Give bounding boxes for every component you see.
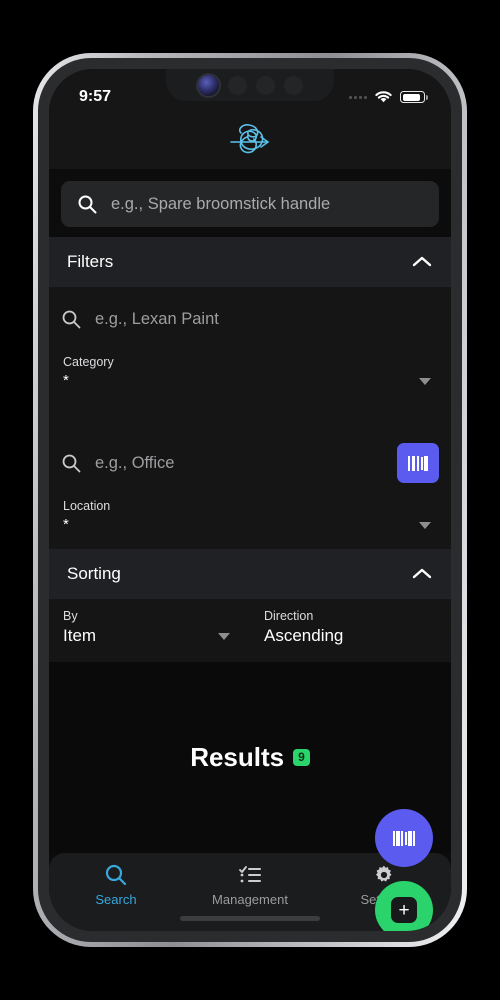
phone-screen: 9:57 e.g., Spare broomstick handle Filte… (49, 69, 451, 931)
filters-section-header[interactable]: Filters (49, 237, 451, 287)
location-label: Location (63, 499, 111, 513)
add-item-fab[interactable]: + (375, 881, 433, 931)
battery-icon (400, 91, 428, 103)
nav-item-search[interactable]: Search (49, 863, 183, 907)
notch (166, 69, 334, 101)
sort-direction-value: Ascending (264, 626, 344, 645)
category-value: * (63, 372, 69, 389)
caret-down-icon[interactable] (419, 521, 431, 529)
category-dropdown[interactable]: Category * (49, 351, 451, 405)
filters-title: Filters (67, 252, 114, 271)
sort-by-dropdown[interactable]: By Item (49, 609, 250, 646)
filters-spacer (49, 405, 451, 431)
filters-panel: e.g., Lexan Paint Category * e.g., Offic… (49, 287, 451, 549)
results-label: Results (190, 742, 285, 772)
category-search-row: e.g., Lexan Paint (49, 287, 451, 351)
search-icon (105, 864, 127, 886)
category-search-placeholder: e.g., Lexan Paint (95, 309, 219, 328)
search-input[interactable]: e.g., Spare broomstick handle (61, 181, 439, 227)
scan-barcode-fab[interactable] (375, 809, 433, 867)
status-bar-clock: 9:57 (79, 88, 112, 105)
phone-bezel: 9:57 e.g., Spare broomstick handle Filte… (38, 58, 462, 942)
sensor-icon (227, 75, 247, 95)
nav-item-management[interactable]: Management (183, 863, 317, 907)
app-root: 9:57 e.g., Spare broomstick handle Filte… (49, 69, 451, 931)
sensor-icon (255, 75, 275, 95)
checklist-icon (239, 866, 261, 883)
sorting-panel: By Item Direction Ascending (49, 599, 451, 662)
search-icon (62, 310, 81, 329)
home-indicator[interactable] (180, 916, 320, 921)
caret-down-icon[interactable] (218, 632, 230, 640)
sort-direction-field[interactable]: Direction Ascending (250, 609, 451, 646)
results-area: Results 9 + (49, 662, 451, 931)
signal-dots-icon (349, 95, 367, 99)
search-icon (62, 454, 81, 473)
search-input-placeholder: e.g., Spare broomstick handle (111, 194, 331, 213)
sorting-section-header[interactable]: Sorting (49, 549, 451, 599)
chevron-up-icon[interactable] (411, 567, 433, 581)
search-area: e.g., Spare broomstick handle (49, 169, 451, 237)
sorting-title: Sorting (67, 564, 121, 583)
nav-label-management: Management (212, 892, 288, 907)
chevron-up-icon[interactable] (411, 255, 433, 269)
location-value: * (63, 516, 69, 533)
location-search-input[interactable]: e.g., Office (61, 431, 387, 495)
location-search-placeholder: e.g., Office (95, 453, 175, 472)
app-header (49, 115, 451, 169)
caret-down-icon[interactable] (419, 377, 431, 385)
results-count-badge: 9 (293, 749, 310, 766)
search-icon (78, 195, 97, 214)
category-search-input[interactable]: e.g., Lexan Paint (61, 287, 439, 351)
plus-icon: + (391, 897, 417, 923)
barcode-icon (408, 455, 428, 471)
sort-by-label: By (63, 609, 78, 623)
results-heading: Results 9 (190, 742, 310, 773)
sort-direction-label: Direction (264, 609, 314, 623)
nav-label-search: Search (95, 892, 137, 907)
location-search-row: e.g., Office (49, 431, 451, 495)
phone-frame: 9:57 e.g., Spare broomstick handle Filte… (33, 53, 467, 947)
wifi-icon (375, 91, 392, 103)
category-label: Category (63, 355, 114, 369)
barcode-icon (392, 830, 416, 846)
tangled-scribble-arrow-logo (230, 124, 270, 154)
sort-by-value: Item (63, 626, 97, 645)
front-camera-icon (197, 74, 219, 96)
location-dropdown[interactable]: Location * (49, 495, 451, 549)
speaker-icon (283, 75, 303, 95)
location-barcode-scan-button[interactable] (397, 443, 439, 483)
